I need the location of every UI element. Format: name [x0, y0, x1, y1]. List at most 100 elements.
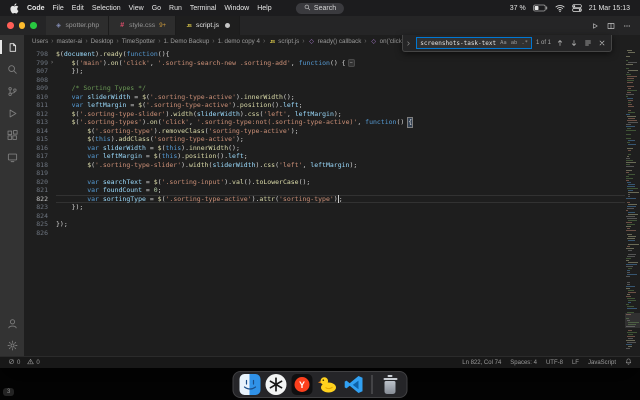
find-in-selection-icon[interactable]: [583, 38, 593, 49]
status-indentation[interactable]: Spaces: 4: [510, 360, 537, 366]
gutter-space: [48, 84, 56, 93]
code-line[interactable]: 818$('.sorting-type-slider').width(slide…: [24, 161, 625, 170]
menu-run[interactable]: Run: [169, 5, 182, 12]
error-icon: [8, 358, 15, 367]
breadcrumb-item[interactable]: Users: [32, 38, 48, 45]
control-center-icon[interactable]: [572, 3, 582, 13]
minimap-slider[interactable]: [625, 313, 640, 328]
menubar-search-pill[interactable]: Search: [296, 3, 344, 14]
battery-icon[interactable]: [533, 4, 548, 12]
regex-icon[interactable]: .*: [521, 40, 528, 46]
breadcrumb-item[interactable]: ◇ready() callback: [308, 38, 362, 45]
status-language-mode[interactable]: JavaScript: [588, 360, 616, 366]
code-line[interactable]: 813$('.sorting-types').on('click', '.sor…: [24, 118, 625, 127]
code-line[interactable]: 819: [24, 169, 625, 178]
match-case-icon[interactable]: Aa: [500, 40, 507, 46]
menu-view[interactable]: View: [129, 5, 144, 12]
wifi-icon[interactable]: [555, 4, 565, 13]
code-line[interactable]: 812$('.sorting-type-slider').width(slide…: [24, 110, 625, 119]
status-cursor-position[interactable]: Ln 822, Col 74: [462, 360, 501, 366]
apple-menu-icon[interactable]: [10, 3, 19, 14]
tab-modified-badge: 9+: [159, 23, 166, 29]
run-icon[interactable]: [591, 17, 599, 35]
settings-icon[interactable]: [4, 338, 20, 352]
remote-explorer-icon[interactable]: [4, 150, 20, 164]
menu-go[interactable]: Go: [152, 5, 161, 12]
breadcrumb-item[interactable]: master-ai: [57, 38, 83, 45]
search-icon[interactable]: [4, 62, 20, 76]
menu-edit[interactable]: Edit: [72, 5, 84, 12]
code-line[interactable]: 816var sliderWidth = $(this).innerWidth(…: [24, 144, 625, 153]
run-debug-icon[interactable]: [4, 106, 20, 120]
menu-window[interactable]: Window: [224, 5, 249, 12]
code-line[interactable]: 820var searchText = $('.sorting-input').…: [24, 178, 625, 187]
code-text: var leftMargin = $(this).position().left…: [56, 152, 248, 161]
code-editor[interactable]: 798$(document).ready(function(){799›$('m…: [24, 48, 640, 356]
code-line[interactable]: 825});: [24, 220, 625, 229]
zoom-window-button[interactable]: [30, 22, 37, 29]
breadcrumb-item[interactable]: 1. Demo Backup: [164, 38, 210, 45]
code-line[interactable]: 814$('.sorting-type').removeClass('sorti…: [24, 127, 625, 136]
tab-spotter.php[interactable]: ◈spotter.php: [46, 16, 110, 35]
minimize-window-button[interactable]: [19, 22, 26, 29]
dock-chatgpt-icon[interactable]: [266, 374, 287, 395]
whole-word-icon[interactable]: ab: [511, 40, 518, 46]
previous-match-icon[interactable]: [555, 38, 565, 49]
status-encoding[interactable]: UTF-8: [546, 360, 563, 366]
breadcrumb-item[interactable]: TimeSpotter: [122, 38, 155, 45]
account-icon[interactable]: [4, 316, 20, 330]
code-line[interactable]: 821var foundCount = 0;: [24, 186, 625, 195]
code-line[interactable]: 809/* Sorting Types */: [24, 84, 625, 93]
status-problems-warnings[interactable]: 0: [27, 358, 39, 367]
code-line[interactable]: 799›$('main').on('click', '.sorting-sear…: [24, 59, 625, 68]
code-line[interactable]: 823});: [24, 203, 625, 212]
close-find-icon[interactable]: [597, 38, 607, 49]
minimap[interactable]: [625, 48, 640, 356]
dock-vscode-icon[interactable]: [344, 374, 365, 395]
code-line[interactable]: 824: [24, 212, 625, 221]
dock-trash-icon[interactable]: [380, 374, 401, 395]
status-problems-errors[interactable]: 0: [8, 358, 20, 367]
explorer-icon[interactable]: [4, 40, 20, 54]
code-line[interactable]: 826: [24, 229, 625, 238]
find-input[interactable]: screenshots-task-text Aa ab .*: [416, 37, 532, 49]
breadcrumb-item[interactable]: Desktop: [91, 38, 114, 45]
menu-selection[interactable]: Selection: [92, 5, 121, 12]
dock-yandex-icon[interactable]: Y: [292, 374, 313, 395]
code-line[interactable]: 822var sortingType = $('.sorting-type-ac…: [24, 195, 625, 204]
extensions-icon[interactable]: [4, 128, 20, 142]
code-line[interactable]: 811var leftMargin = $('.sorting-type-act…: [24, 101, 625, 110]
code-line-content: $(this).addClass('sorting-type-active');: [56, 135, 625, 144]
code-line[interactable]: 810var sliderWidth = $('.sorting-type-ac…: [24, 93, 625, 102]
status-text: Spaces: 4: [510, 360, 537, 366]
next-match-icon[interactable]: [569, 38, 579, 49]
menu-file[interactable]: File: [53, 5, 64, 12]
code-lines[interactable]: 798$(document).ready(function(){799›$('m…: [24, 48, 625, 356]
split-icon[interactable]: [607, 17, 615, 35]
more-icon[interactable]: [623, 17, 631, 35]
menu-help[interactable]: Help: [257, 5, 271, 12]
dock-finder-icon[interactable]: [240, 374, 261, 395]
fold-indicator[interactable]: ›: [48, 59, 56, 68]
status-eol-sequence[interactable]: LF: [572, 360, 579, 366]
status-notifications[interactable]: [625, 358, 632, 367]
dock-cyberduck-icon[interactable]: [318, 374, 339, 395]
tab-script.js[interactable]: JSscript.js: [176, 16, 240, 35]
tab-style.css[interactable]: #style.css9+: [109, 16, 176, 35]
line-number: 798: [24, 50, 48, 59]
breadcrumb-label: Desktop: [91, 38, 114, 45]
breadcrumb-separator: ›: [51, 38, 53, 45]
breadcrumb-item[interactable]: JSscript.js: [268, 38, 299, 45]
menubar-clock[interactable]: 21 Mar 15:13: [589, 5, 630, 12]
code-line[interactable]: 808: [24, 76, 625, 85]
toggle-replace-icon[interactable]: [404, 35, 412, 51]
menu-terminal[interactable]: Terminal: [190, 5, 216, 12]
close-window-button[interactable]: [7, 22, 14, 29]
source-control-icon[interactable]: [4, 84, 20, 98]
breadcrumb-item[interactable]: 1. demo copy 4: [218, 38, 260, 45]
menu-code[interactable]: Code: [27, 5, 45, 12]
tab-label: script.js: [196, 22, 219, 29]
code-line[interactable]: 807});: [24, 67, 625, 76]
code-line[interactable]: 815$(this).addClass('sorting-type-active…: [24, 135, 625, 144]
code-line[interactable]: 817var leftMargin = $(this).position().l…: [24, 152, 625, 161]
